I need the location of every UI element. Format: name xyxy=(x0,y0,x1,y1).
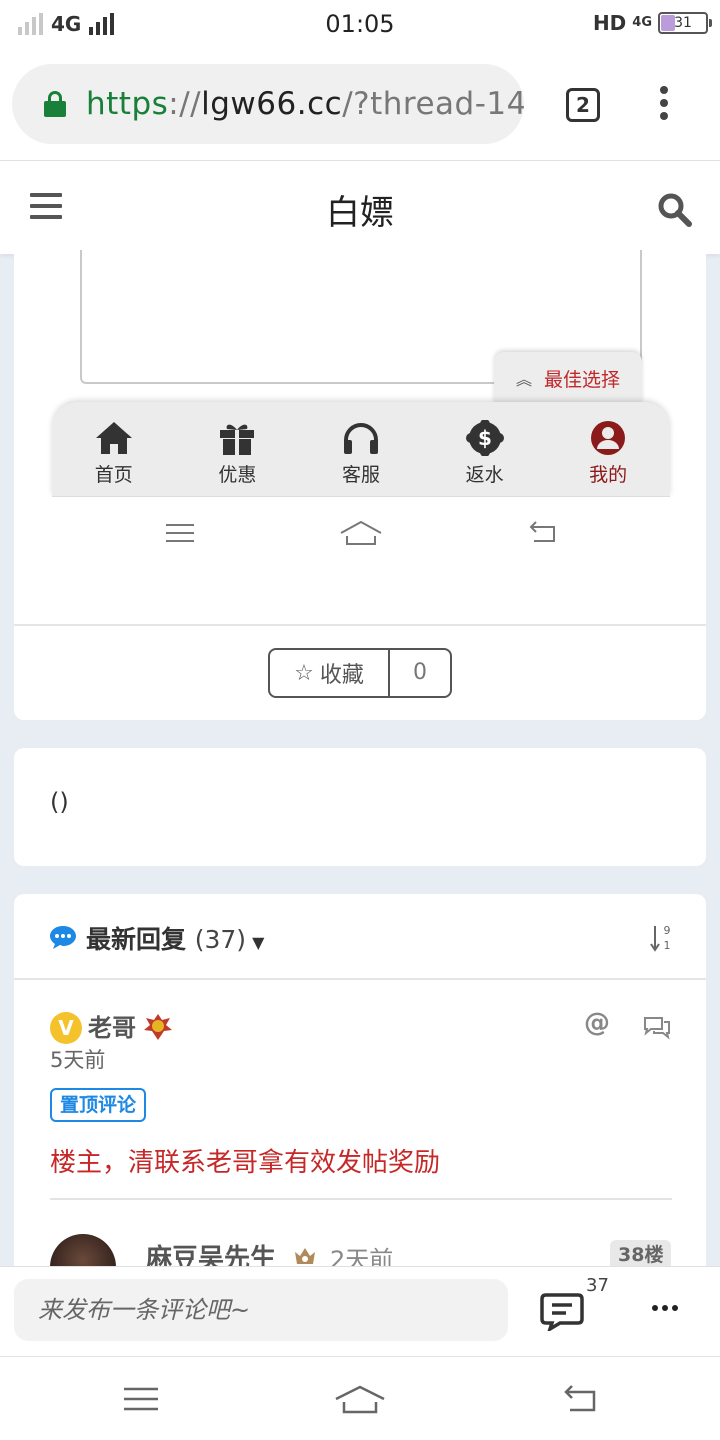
info-card: () xyxy=(14,748,706,866)
page-title: 白嫖 xyxy=(326,193,394,233)
svg-text:1: 1 xyxy=(664,939,671,952)
menu-lines-icon xyxy=(124,1387,158,1411)
menu-lines-icon xyxy=(165,523,194,542)
favorite-button[interactable]: ☆ 收藏 0 xyxy=(268,648,452,698)
embedded-bottom-nav: 首页 优惠 客服 $ 返水 我的 xyxy=(52,402,670,496)
comment-bar: 来发布一条评论吧~ 37 xyxy=(0,1266,720,1356)
address-bar[interactable]: https://lgw66.cc/?thread-14 xyxy=(12,64,524,144)
battery-icon: 31 xyxy=(658,12,712,34)
headphones-icon xyxy=(343,423,378,454)
gift-icon xyxy=(220,424,255,455)
search-icon[interactable] xyxy=(656,191,692,227)
reply-comment-icon[interactable] xyxy=(642,1014,672,1040)
browser-menu-icon[interactable] xyxy=(658,86,670,126)
recent-apps-button[interactable] xyxy=(122,1383,160,1419)
home-outline-icon xyxy=(340,520,382,545)
best-choice-tab: ︽ 最佳选择 xyxy=(494,352,642,404)
info-text: () xyxy=(50,788,69,816)
star-icon: ☆ xyxy=(294,660,314,686)
user-circle-icon xyxy=(591,421,626,455)
back-arrow-icon xyxy=(529,520,556,542)
favorite-label: 收藏 xyxy=(319,663,364,688)
vip-badge: V xyxy=(50,1012,82,1044)
mention-button[interactable]: @ xyxy=(584,1008,610,1038)
embedded-nav-home: 首页 xyxy=(52,402,176,496)
back-button[interactable] xyxy=(560,1383,598,1419)
double-chevron-up-icon: ︽ xyxy=(515,370,532,389)
embedded-nav-support: 客服 xyxy=(299,402,423,496)
sort-order-icon[interactable]: 91 xyxy=(650,922,674,954)
browser-toolbar: https://lgw66.cc/?thread-14 2 xyxy=(0,52,720,160)
svg-text:$: $ xyxy=(478,426,492,450)
reply-time: 5天前 xyxy=(50,1048,106,1072)
replies-title-toggle[interactable]: 最新回复 (37) ▼ xyxy=(86,920,264,956)
status-bar: 4G 01:05 HD 4G 31 xyxy=(0,0,720,52)
medal-icon xyxy=(144,1014,172,1040)
divider xyxy=(50,1198,672,1200)
reply-text: 楼主，清联系老哥拿有效发帖奖励 xyxy=(50,1148,441,1178)
best-choice-label: 最佳选择 xyxy=(544,368,621,391)
comments-icon[interactable] xyxy=(540,1291,584,1331)
comment-input[interactable]: 来发布一条评论吧~ xyxy=(14,1279,508,1341)
embedded-nav-offers: 优惠 xyxy=(176,402,300,496)
home-outline-icon xyxy=(335,1385,385,1414)
network-type-secondary: 4G xyxy=(632,15,652,30)
replies-card: 最新回复 (37) ▼ 91 V 老哥 @ 5天前 置顶评论 楼主，清联系老哥拿有… xyxy=(14,894,706,1274)
site-header: 白嫖 xyxy=(0,160,720,254)
lock-icon xyxy=(44,91,66,117)
embedded-nav-rebate: $ 返水 xyxy=(423,402,547,496)
divider xyxy=(14,624,706,626)
system-navigation-bar xyxy=(0,1356,720,1440)
svg-text:9: 9 xyxy=(664,924,671,937)
reply-username[interactable]: 老哥 xyxy=(88,1008,136,1043)
post-content-card: ︽ 最佳选择 首页 优惠 客服 $ 返水 我的 ☆ 收藏 0 xyxy=(14,250,706,720)
more-icon[interactable] xyxy=(652,1305,678,1311)
comment-count: 37 xyxy=(586,1275,609,1296)
replies-header: 最新回复 (37) ▼ 91 xyxy=(14,894,706,980)
home-icon xyxy=(95,422,132,454)
back-arrow-icon xyxy=(564,1385,596,1412)
replies-count: (37) xyxy=(194,925,247,954)
url-text: https://lgw66.cc/?thread-14 xyxy=(86,86,524,122)
home-button[interactable] xyxy=(334,1383,386,1419)
dollar-badge-icon: $ xyxy=(465,420,504,456)
hd-indicator: HD xyxy=(592,11,627,35)
favorite-count: 0 xyxy=(413,660,427,685)
embedded-system-nav xyxy=(52,496,670,568)
battery-level: 31 xyxy=(674,15,692,31)
tab-switcher-button[interactable]: 2 xyxy=(566,88,600,122)
chat-bubble-icon xyxy=(50,926,76,949)
chevron-down-icon: ▼ xyxy=(252,933,265,952)
embedded-nav-mine: 我的 xyxy=(546,402,670,496)
pinned-tag: 置顶评论 xyxy=(50,1088,147,1122)
